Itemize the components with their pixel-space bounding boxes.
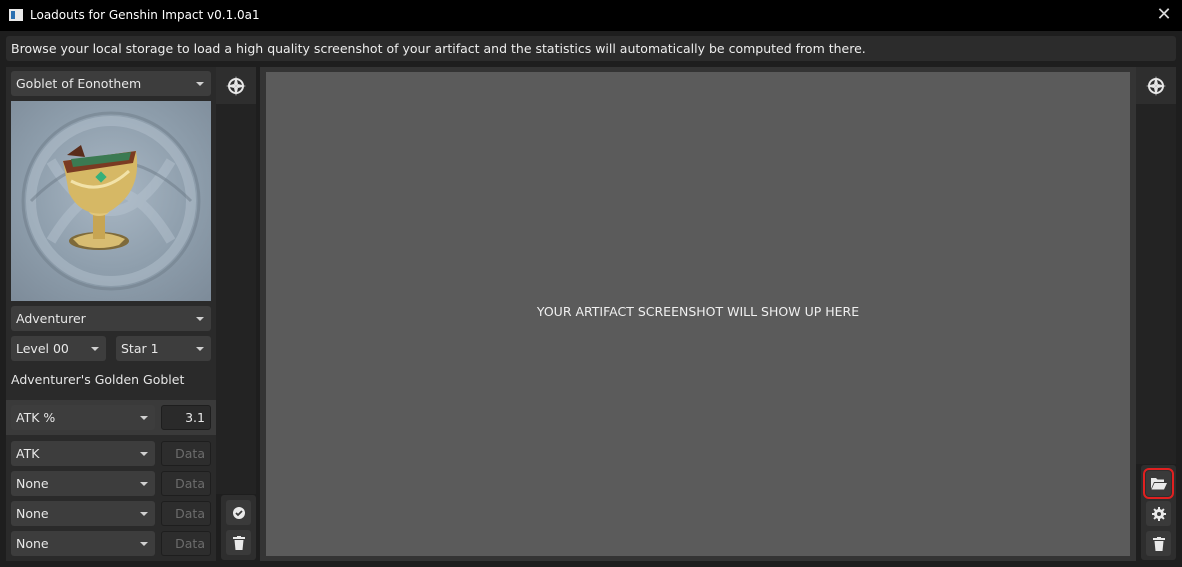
main-stat-value-field[interactable]: 3.1 <box>161 405 211 430</box>
screenshot-preview[interactable]: YOUR ARTIFACT SCREENSHOT WILL SHOW UP HE… <box>266 72 1130 556</box>
delete-artifact-button[interactable] <box>226 530 251 555</box>
trash-icon <box>1152 536 1165 551</box>
artifact-type-value: Goblet of Eonothem <box>16 76 142 91</box>
substat-1-select[interactable]: ATK <box>11 441 155 466</box>
compass-button-left[interactable] <box>223 73 248 98</box>
chevron-down-icon <box>140 416 148 420</box>
artifact-type-select[interactable]: Goblet of Eonothem <box>11 71 211 96</box>
chevron-down-icon <box>140 482 148 486</box>
chevron-down-icon <box>196 347 204 351</box>
app-window: Loadouts for Genshin Impact v0.1.0a1 ✕ B… <box>0 0 1182 567</box>
main-stat-row: ATK % 3.1 <box>6 400 216 435</box>
chevron-down-icon <box>91 347 99 351</box>
level-value: Level 00 <box>16 341 69 356</box>
artifact-image <box>11 101 211 301</box>
left-column-spacer <box>216 104 256 494</box>
trash-icon <box>232 535 245 550</box>
substat-3-name: None <box>16 506 49 521</box>
clear-screenshot-button[interactable] <box>1146 531 1171 556</box>
right-column-spacer <box>1136 104 1176 464</box>
chevron-down-icon <box>140 542 148 546</box>
substat-2-value-field[interactable]: Data <box>161 471 211 496</box>
compass-button-right[interactable] <box>1143 73 1168 98</box>
folder-open-icon <box>1150 478 1167 490</box>
chevron-down-icon <box>196 82 204 86</box>
close-button[interactable]: ✕ <box>1154 5 1174 25</box>
check-circle-icon <box>232 506 245 519</box>
browse-folder-button[interactable] <box>1143 468 1174 499</box>
substat-1-name: ATK <box>16 446 40 461</box>
substat-2-name: None <box>16 476 49 491</box>
info-message: Browse your local storage to load a high… <box>6 36 1176 61</box>
substat-3-value-field[interactable]: Data <box>161 501 211 526</box>
substat-4-value-field[interactable]: Data <box>161 531 211 556</box>
preview-placeholder: YOUR ARTIFACT SCREENSHOT WILL SHOW UP HE… <box>536 304 860 319</box>
window-title: Loadouts for Genshin Impact v0.1.0a1 <box>30 8 260 22</box>
artifact-set-value: Adventurer <box>16 311 86 326</box>
rarity-select[interactable]: Star 1 <box>116 336 211 361</box>
compass-icon <box>225 75 246 96</box>
chevron-down-icon <box>140 512 148 516</box>
artifact-editor-panel: Goblet of Eonothem Adventurer Level 00 S… <box>6 67 216 561</box>
main-stat-select[interactable]: ATK % <box>11 405 155 430</box>
preview-frame: YOUR ARTIFACT SCREENSHOT WILL SHOW UP HE… <box>260 67 1136 561</box>
chevron-down-icon <box>140 452 148 456</box>
substat-1-value-field[interactable]: Data <box>161 441 211 466</box>
gear-icon <box>1151 506 1166 521</box>
chevron-down-icon <box>196 317 204 321</box>
compass-icon <box>1145 75 1166 96</box>
settings-button[interactable] <box>1146 501 1171 526</box>
substat-2-select[interactable]: None <box>11 471 155 496</box>
substat-4-name: None <box>16 536 49 551</box>
golden-goblet-icon <box>21 111 201 291</box>
main-stat-name: ATK % <box>16 410 56 425</box>
artifact-name: Adventurer's Golden Goblet <box>11 372 185 387</box>
artifact-set-select[interactable]: Adventurer <box>11 306 211 331</box>
substat-4-select[interactable]: None <box>11 531 155 556</box>
level-select[interactable]: Level 00 <box>11 336 106 361</box>
confirm-button[interactable] <box>226 500 251 525</box>
title-bar: Loadouts for Genshin Impact v0.1.0a1 ✕ <box>0 0 1182 31</box>
app-icon <box>9 9 23 21</box>
substat-3-select[interactable]: None <box>11 501 155 526</box>
rarity-value: Star 1 <box>121 341 159 356</box>
